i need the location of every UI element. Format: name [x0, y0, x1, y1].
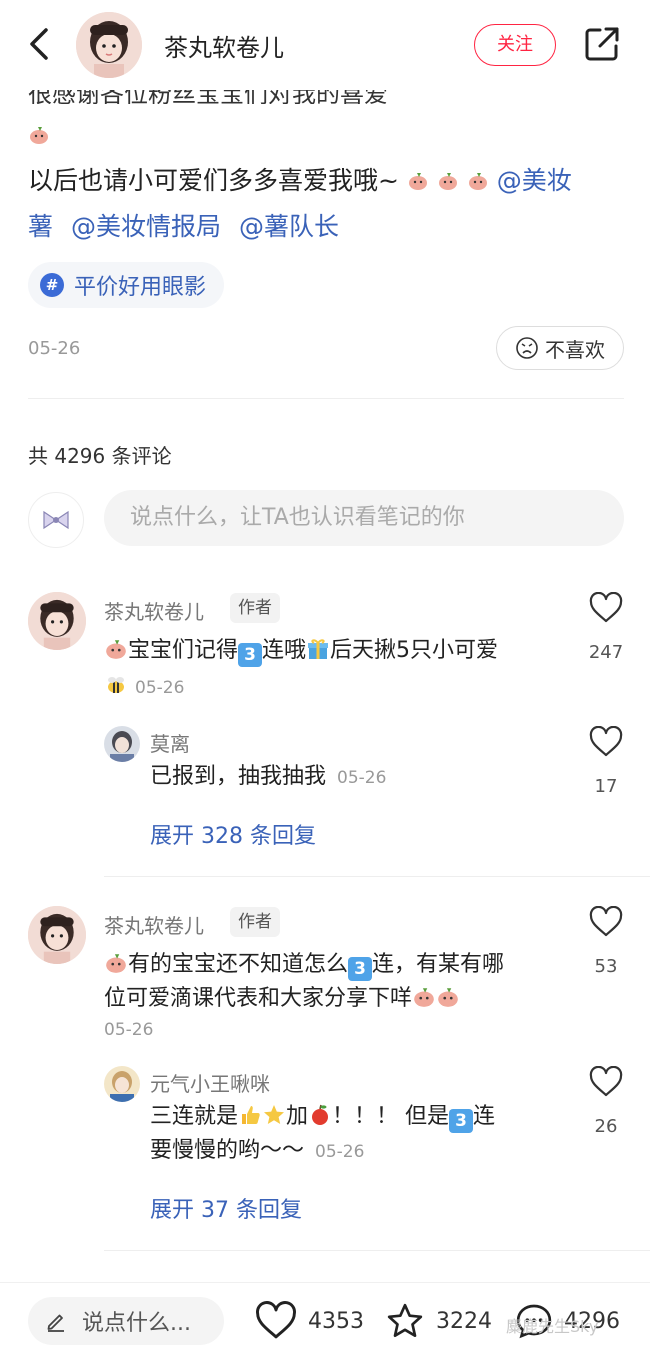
- follow-button[interactable]: 关注: [474, 24, 556, 66]
- comment-text-line2: 位可爱滴课代表和大家分享下咩: [104, 984, 460, 1014]
- hashtag-icon: #: [40, 273, 64, 297]
- top-bar: 茶丸软卷儿 关注: [0, 0, 650, 90]
- post-date: 05-26: [28, 338, 81, 359]
- collect-count: 3224: [436, 1308, 492, 1334]
- mention-link[interactable]: @美妆情报局: [71, 212, 221, 241]
- comment-date: 05-26: [135, 678, 185, 698]
- like-count: 247: [588, 642, 624, 663]
- reply-text: 三连就是加！！！ 但是 3 连: [150, 1104, 496, 1133]
- expand-replies-link[interactable]: 展开 328 条回复: [150, 818, 316, 850]
- bottom-comment-input[interactable]: 说点什么...: [28, 1297, 224, 1345]
- comment-count: 共 4296 条评论: [28, 444, 172, 468]
- heart-icon[interactable]: [588, 1066, 624, 1098]
- keycap-3-icon: 3: [449, 1109, 474, 1133]
- bottom-action-bar: 说点什么... 4353 3224 4296 麋鹿先生Sky: [0, 1282, 650, 1357]
- pig-emoji-icon: [468, 173, 487, 190]
- dislike-button[interactable]: 不喜欢: [496, 326, 624, 370]
- divider: [28, 398, 624, 399]
- comment-text: 有的宝宝还不知道怎么 3 连，有某有哪: [104, 950, 504, 981]
- mention-link[interactable]: @薯队长: [239, 212, 339, 241]
- like-count: 17: [594, 776, 618, 797]
- my-avatar: [28, 492, 84, 548]
- mention-link[interactable]: @美妆: [497, 166, 572, 195]
- like-count: 53: [594, 956, 618, 977]
- apple-emoji-icon: [312, 1104, 329, 1125]
- topic-label: 平价好用眼影: [74, 275, 207, 300]
- like-button[interactable]: 4353: [254, 1301, 364, 1341]
- comment-text: 宝宝们记得 3 连哦 后天揪5只小可爱: [104, 636, 498, 667]
- commenter-avatar[interactable]: [28, 906, 86, 964]
- collect-button[interactable]: 3224: [384, 1301, 492, 1341]
- comment-input[interactable]: 说点什么，让TA也认识看笔记的你: [104, 490, 624, 546]
- pig-emoji-icon: [106, 954, 126, 973]
- share-icon[interactable]: [582, 24, 622, 64]
- reply-avatar[interactable]: [104, 726, 140, 762]
- keycap-3-icon: 3: [238, 643, 263, 667]
- heart-icon[interactable]: [588, 592, 624, 624]
- author-badge: 作者: [230, 907, 280, 937]
- divider: [104, 876, 650, 877]
- post-emoji-line: [28, 120, 50, 150]
- author-avatar[interactable]: [76, 12, 142, 78]
- reply-text-line2: 要慢慢的哟～～ 05-26: [150, 1138, 365, 1163]
- divider: [104, 1250, 650, 1251]
- heart-icon[interactable]: [588, 906, 624, 938]
- commenter-avatar[interactable]: [28, 592, 86, 650]
- reply-name[interactable]: 莫离: [150, 728, 190, 757]
- pig-emoji-icon: [438, 173, 457, 190]
- heart-icon: [256, 1301, 296, 1339]
- chevron-left-icon[interactable]: [22, 24, 56, 64]
- bottom-input-label: 说点什么...: [82, 1311, 191, 1336]
- star-emoji-icon: [264, 1105, 285, 1124]
- commenter-name[interactable]: 茶丸软卷儿: [104, 910, 204, 939]
- mention-link[interactable]: 薯: [28, 212, 53, 241]
- pencil-icon: [47, 1314, 64, 1332]
- author-name[interactable]: 茶丸软卷儿: [164, 28, 284, 63]
- like-count-total: 4353: [308, 1308, 364, 1334]
- pig-emoji-icon: [414, 988, 434, 1007]
- sad-face-icon: [516, 337, 538, 359]
- gift-icon: [308, 639, 329, 659]
- reply-date: 05-26: [315, 1142, 365, 1162]
- expand-replies-link[interactable]: 展开 37 条回复: [150, 1192, 302, 1224]
- reply-text: 已报到，抽我抽我 05-26: [150, 764, 387, 789]
- watermark: 麋鹿先生Sky: [506, 1317, 599, 1336]
- reply-name[interactable]: 元气小王啾咪: [150, 1068, 270, 1097]
- comment-meta: 05-26: [104, 672, 184, 703]
- like-count: 26: [594, 1116, 618, 1137]
- bow-icon: [43, 510, 69, 530]
- post-text-line1: 以后也请小可爱们多多喜爱我哦~ @美妆: [28, 166, 572, 195]
- dislike-label: 不喜欢: [545, 337, 605, 362]
- commenter-name[interactable]: 茶丸软卷儿: [104, 596, 204, 625]
- thumbs-up-icon: [242, 1106, 260, 1124]
- pig-emoji-icon: [408, 173, 427, 190]
- post-text-line2: 薯 @美妆情报局 @薯队长: [28, 212, 339, 242]
- reply-date: 05-26: [337, 768, 387, 788]
- keycap-3-icon: 3: [348, 957, 373, 981]
- author-badge: 作者: [230, 593, 280, 623]
- pig-emoji-icon: [30, 127, 48, 144]
- bee-emoji-icon: [108, 677, 124, 693]
- comment-date: 05-26: [104, 1020, 154, 1040]
- star-icon: [387, 1303, 423, 1337]
- heart-icon[interactable]: [588, 726, 624, 758]
- reply-avatar[interactable]: [104, 1066, 140, 1102]
- topic-tag[interactable]: # 平价好用眼影: [28, 262, 225, 308]
- pig-emoji-icon: [106, 640, 126, 659]
- pig-emoji-icon: [438, 988, 458, 1007]
